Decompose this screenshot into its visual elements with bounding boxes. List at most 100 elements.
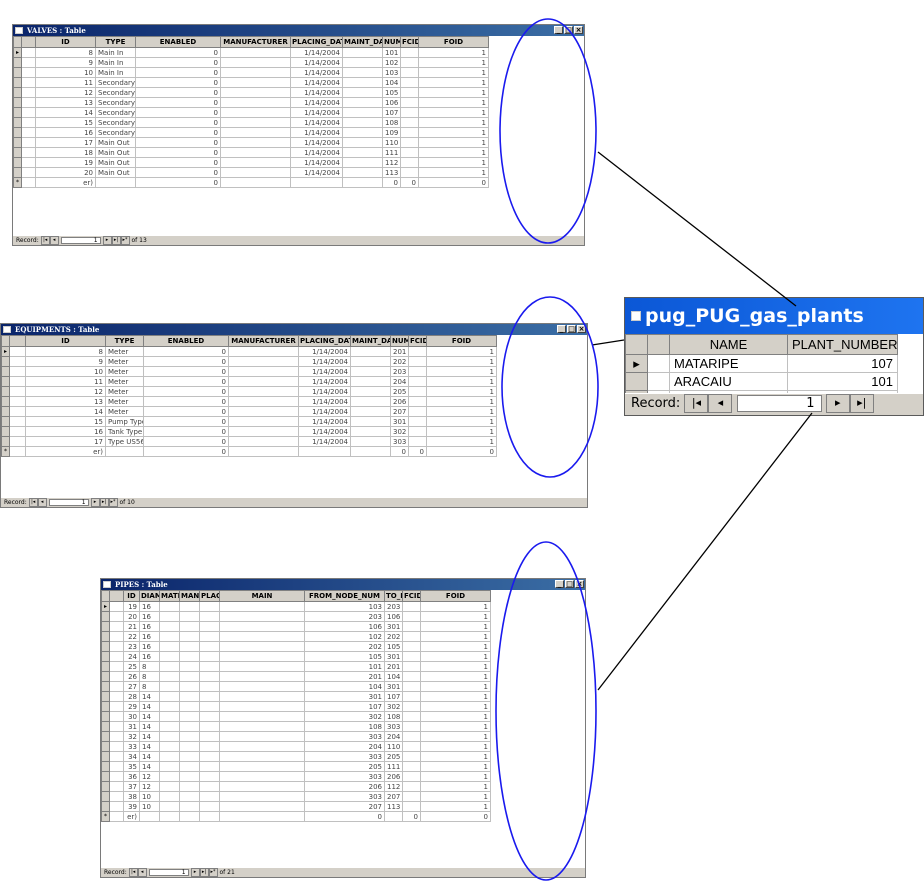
table-cell[interactable]: Meter: [105, 386, 144, 397]
table-cell[interactable]: [402, 721, 421, 732]
table-cell[interactable]: [220, 107, 291, 118]
table-cell[interactable]: 113: [382, 167, 401, 178]
table-cell[interactable]: 205: [390, 386, 409, 397]
table-cell[interactable]: [95, 177, 136, 188]
table-cell[interactable]: 1/14/2004: [298, 396, 351, 407]
table-cell[interactable]: [402, 661, 421, 672]
table-cell[interactable]: 25: [123, 661, 140, 672]
select-all-corner[interactable]: [625, 334, 648, 355]
column-header[interactable]: NAME: [669, 334, 788, 355]
table-cell[interactable]: [159, 641, 180, 652]
column-header[interactable]: MANUFACTURER: [220, 36, 291, 48]
table-row[interactable]: ▸8Main In01/14/20041011101: [13, 47, 489, 58]
table-cell[interactable]: 0: [408, 446, 427, 457]
table-cell[interactable]: 1/14/2004: [298, 386, 351, 397]
table-cell[interactable]: [402, 761, 421, 772]
table-cell[interactable]: [342, 57, 383, 68]
table-row[interactable]: 12Meter01/14/20042051101: [1, 386, 497, 397]
table-cell[interactable]: 1: [420, 701, 491, 712]
table-cell[interactable]: [408, 396, 427, 407]
table-cell[interactable]: 1: [418, 47, 489, 58]
table-cell[interactable]: [342, 87, 383, 98]
table-cell[interactable]: [105, 446, 144, 457]
table-row[interactable]: 39102071131101: [101, 801, 491, 812]
table-cell[interactable]: [400, 127, 419, 138]
table-cell[interactable]: 207: [304, 801, 385, 812]
table-cell[interactable]: 17: [25, 436, 106, 447]
next-record-button[interactable]: ▸: [825, 394, 850, 413]
table-cell[interactable]: er): [25, 446, 106, 457]
table-cell[interactable]: [228, 426, 299, 437]
table-cell[interactable]: 1: [420, 661, 491, 672]
table-cell[interactable]: 14: [35, 107, 96, 118]
table-cell[interactable]: 37: [123, 781, 140, 792]
table-cell[interactable]: 21: [123, 621, 140, 632]
previous-record-button[interactable]: ◂: [137, 868, 147, 877]
row-selector[interactable]: [1, 396, 10, 407]
table-cell[interactable]: [179, 661, 200, 672]
table-cell[interactable]: 12: [35, 87, 96, 98]
table-cell[interactable]: 1/14/2004: [290, 157, 343, 168]
table-cell[interactable]: Meter: [105, 346, 144, 357]
table-cell[interactable]: 0: [135, 57, 221, 68]
table-cell[interactable]: 1: [420, 611, 491, 622]
table-row[interactable]: 23162021051101: [101, 641, 491, 652]
table-cell[interactable]: ARACAIU: [669, 372, 788, 391]
table-cell[interactable]: 104: [382, 77, 401, 88]
row-selector[interactable]: [13, 137, 22, 148]
table-cell[interactable]: [219, 701, 305, 712]
table-cell[interactable]: 112: [382, 157, 401, 168]
table-cell[interactable]: [219, 801, 305, 812]
table-cell[interactable]: [179, 721, 200, 732]
table-cell[interactable]: 110: [384, 741, 403, 752]
table-cell[interactable]: [199, 711, 220, 722]
table-cell[interactable]: 0: [143, 376, 229, 387]
table-cell[interactable]: 11: [35, 77, 96, 88]
table-cell[interactable]: 301: [384, 681, 403, 692]
table-cell[interactable]: [402, 601, 421, 612]
table-cell[interactable]: [179, 601, 200, 612]
table-cell[interactable]: 13: [25, 396, 106, 407]
table-row[interactable]: 12Secondary01/14/20041051101: [13, 87, 489, 98]
row-selector[interactable]: [13, 147, 22, 158]
table-cell[interactable]: [219, 691, 305, 702]
table-cell[interactable]: [179, 791, 200, 802]
table-cell[interactable]: 16: [139, 651, 160, 662]
table-row[interactable]: 20Main Out01/14/20041131101: [13, 167, 489, 178]
table-cell[interactable]: 203: [390, 366, 409, 377]
next-record-button[interactable]: ▸: [102, 236, 112, 245]
table-cell[interactable]: 0: [135, 127, 221, 138]
table-cell[interactable]: [402, 751, 421, 762]
table-cell[interactable]: [219, 681, 305, 692]
table-cell[interactable]: 303: [390, 436, 409, 447]
row-selector[interactable]: [13, 77, 22, 88]
table-cell[interactable]: 1: [418, 67, 489, 78]
table-cell[interactable]: [220, 67, 291, 78]
table-cell[interactable]: 203: [384, 601, 403, 612]
column-header[interactable]: NUMBER: [390, 335, 409, 347]
table-cell[interactable]: [159, 751, 180, 762]
table-cell[interactable]: [159, 651, 180, 662]
first-record-button[interactable]: |◂: [28, 498, 38, 507]
next-record-button[interactable]: ▸: [190, 868, 200, 877]
table-cell[interactable]: 10: [25, 366, 106, 377]
table-cell[interactable]: [408, 436, 427, 447]
table-cell[interactable]: 113: [384, 801, 403, 812]
table-cell[interactable]: [350, 346, 391, 357]
table-cell[interactable]: [350, 436, 391, 447]
table-cell[interactable]: 1: [420, 641, 491, 652]
table-cell[interactable]: 1: [420, 691, 491, 702]
table-cell[interactable]: [408, 366, 427, 377]
table-cell[interactable]: 14: [139, 711, 160, 722]
table-cell[interactable]: [402, 741, 421, 752]
column-header[interactable]: FOID: [420, 590, 491, 602]
table-cell[interactable]: 101: [787, 372, 898, 391]
table-cell[interactable]: 1: [426, 396, 497, 407]
table-cell[interactable]: [400, 57, 419, 68]
table-cell[interactable]: 201: [390, 346, 409, 357]
row-selector[interactable]: [1, 366, 10, 377]
plants-table-window[interactable]: pug_PUG_gas_plants NAME PLANT_NUMBER ▸ MATA…: [624, 297, 924, 416]
table-cell[interactable]: [199, 601, 220, 612]
table-cell[interactable]: [400, 157, 419, 168]
table-cell[interactable]: 1: [418, 117, 489, 128]
